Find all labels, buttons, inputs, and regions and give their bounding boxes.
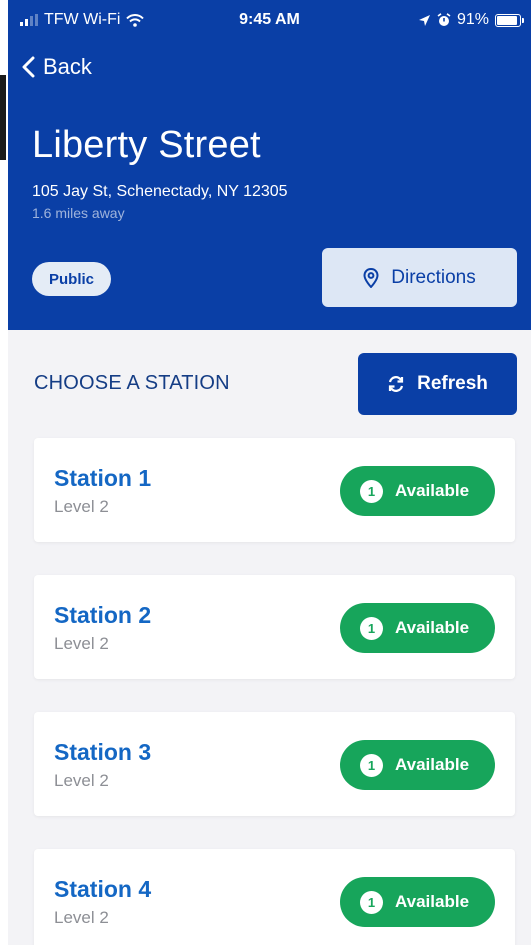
section-title: CHOOSE A STATION <box>34 372 230 394</box>
station-name: Station 4 <box>54 876 152 902</box>
access-badge: Public <box>32 262 112 296</box>
station-card[interactable]: Station 1 Level 2 1 Available <box>34 438 515 542</box>
station-card[interactable]: Station 3 Level 2 1 Available <box>34 712 515 816</box>
back-button[interactable]: Back <box>22 54 92 80</box>
station-level: Level 2 <box>54 497 109 516</box>
station-level: Level 2 <box>54 634 109 653</box>
directions-label: Directions <box>391 266 476 288</box>
availability-count: 1 <box>360 753 383 777</box>
location-distance: 1.6 miles away <box>32 205 125 221</box>
status-right: 91% <box>418 11 524 29</box>
station-name: Station 1 <box>54 465 152 491</box>
availability-pill: 1 Available <box>340 740 495 790</box>
left-edge-strip <box>0 0 8 945</box>
location-title: Liberty Street <box>32 124 261 166</box>
station-level: Level 2 <box>54 771 109 790</box>
battery-icon <box>495 13 524 27</box>
station-card[interactable]: Station 2 Level 2 1 Available <box>34 575 515 679</box>
location-header: TFW Wi-Fi 9:45 AM 91% Back Liberty Stree… <box>8 0 531 330</box>
alarm-icon <box>437 13 451 26</box>
location-arrow-icon <box>418 14 430 26</box>
back-label: Back <box>43 54 92 79</box>
refresh-button[interactable]: Refresh <box>358 353 517 415</box>
station-name: Station 2 <box>54 602 152 628</box>
station-name: Station 3 <box>54 739 152 765</box>
battery-percent: 91% <box>456 11 489 28</box>
refresh-label: Refresh <box>417 373 488 394</box>
chevron-left-icon <box>22 56 35 78</box>
refresh-icon <box>389 376 404 392</box>
availability-status: Available <box>395 892 470 911</box>
status-bar: TFW Wi-Fi 9:45 AM 91% <box>8 0 531 44</box>
location-address: 105 Jay St, Schenectady, NY 12305 <box>32 183 288 200</box>
availability-status: Available <box>395 755 470 774</box>
availability-status: Available <box>395 481 470 500</box>
availability-pill: 1 Available <box>340 466 495 516</box>
availability-pill: 1 Available <box>340 877 495 927</box>
availability-count: 1 <box>360 479 383 503</box>
edge-mark <box>0 75 6 160</box>
availability-count: 1 <box>360 616 383 640</box>
station-level: Level 2 <box>54 908 109 927</box>
availability-status: Available <box>395 618 470 637</box>
directions-button[interactable]: Directions <box>322 248 517 307</box>
availability-pill: 1 Available <box>340 603 495 653</box>
availability-count: 1 <box>360 890 383 914</box>
station-card[interactable]: Station 4 Level 2 1 Available <box>34 849 515 945</box>
map-pin-icon <box>363 267 379 288</box>
